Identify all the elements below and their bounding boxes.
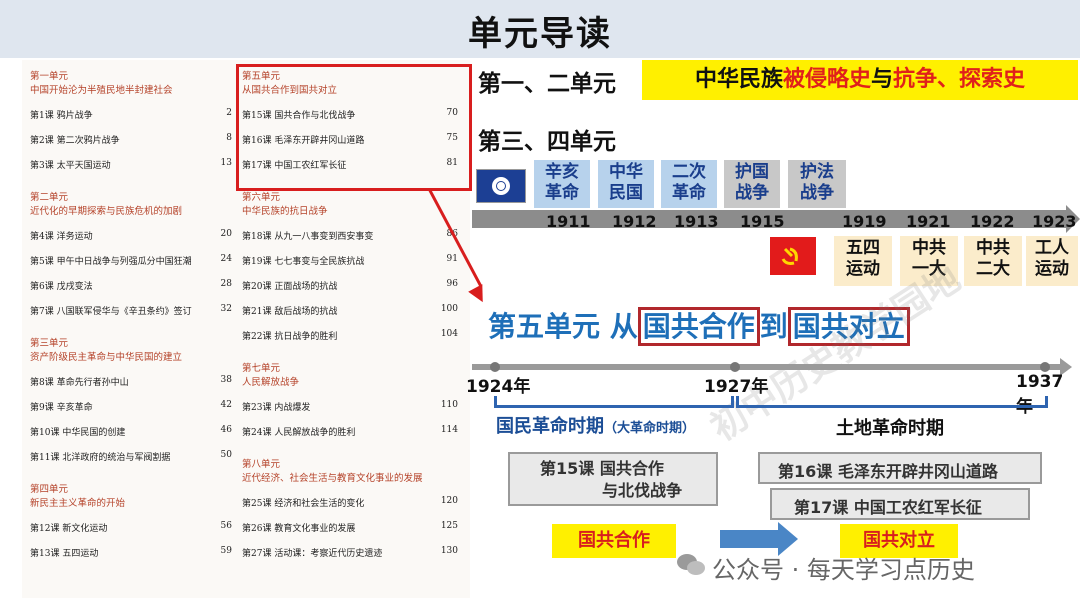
toc-lesson-item: 第22课 抗日战争的胜利 104: [242, 329, 458, 342]
toc-lesson-item: 第7课 八国联军侵华与《辛丑条约》签订 32: [30, 304, 232, 317]
toc-lesson-item: 第3课 太平天国运动 13: [30, 158, 232, 171]
lesson16-box: 第16课 毛泽东开辟井冈山道路: [758, 452, 1042, 484]
toc-lesson-item: 第11课 北洋政府的统治与军阀割据 50: [30, 450, 232, 463]
toc-unit-heading: 第三单元 资产阶级民主革命与中华民国的建立: [30, 338, 183, 363]
event-workers-movement: 工人 运动: [1026, 236, 1078, 286]
year-1927: 1927年: [704, 377, 769, 397]
timeline2-dot-1924: [490, 362, 500, 372]
ccp-flag-icon: [770, 237, 816, 275]
row2-label: 第三、四单元: [478, 129, 616, 155]
event-national-protection-war: 护国 战争: [724, 160, 780, 208]
toc-unit-heading: 第七单元 人民解放战争: [242, 363, 300, 388]
toc-lesson-item: 第26课 教育文化事业的发展 125: [242, 521, 458, 534]
toc-lesson-item: 第24课 人民解放战争的胜利 114: [242, 425, 458, 438]
toc-unit-heading: 第一单元 中国开始沦为半殖民地半封建社会: [30, 71, 173, 96]
lesson15-box: 第15课 国共合作 与北伐战争: [508, 452, 718, 506]
banner-part-c: 与: [871, 67, 894, 92]
timeline2-bar: [472, 364, 1062, 370]
banner-part-a: 中华民族: [694, 67, 783, 92]
toc-lesson-item: 第27课 活动课：考察近代历史遗迹 130: [242, 546, 458, 559]
toc-lesson-item: 第10课 中华民国的创建 46: [30, 425, 232, 438]
toc-unit-heading: 第六单元 中华民族的抗日战争: [242, 192, 328, 217]
row1-label: 第一、二单元: [478, 71, 616, 97]
period1-bracket: [494, 396, 734, 408]
toc-lesson-item: 第1课 鸦片战争 2: [30, 108, 232, 121]
toc-lesson-item: 第6课 戊戌变法 28: [30, 279, 232, 292]
year-1924: 1924年: [466, 377, 531, 397]
toc-unit-heading: 第四单元 新民主主义革命的开始: [30, 484, 126, 509]
footer-account: 公众号 · 每天学习点历史: [712, 556, 975, 584]
event-may-fourth: 五四 运动: [834, 236, 892, 286]
toc-unit-heading: 第八单元 近代经济、社会生活与教育文化事业的发展: [242, 459, 423, 484]
roc-flag-icon: [476, 169, 526, 203]
toc-lesson-item: 第12课 新文化运动 56: [30, 521, 232, 534]
lesson17-box: 第17课 中国工农红军长征: [770, 488, 1030, 520]
year-1921: 1921: [906, 212, 951, 231]
period2-bracket: [736, 396, 1048, 408]
period2-label: 土地革命时期: [836, 418, 944, 439]
year-1911: 1911: [546, 212, 591, 231]
toc-lesson-item: 第5课 甲午中日战争与列强瓜分中国狂潮 24: [30, 254, 232, 267]
timeline2-dot-1937: [1040, 362, 1050, 372]
transition-arrow-body: [720, 530, 780, 548]
toc-lesson-item: 第25课 经济和社会生活的变化 120: [242, 496, 458, 509]
timeline2-dot-1927: [730, 362, 740, 372]
year-1912: 1912: [612, 212, 657, 231]
row1-banner: 中华民族被侵略史与抗争、探索史: [642, 60, 1078, 100]
year-1915: 1915: [740, 212, 785, 231]
event-second-revolution: 二次 革命: [661, 160, 717, 208]
year-1923: 1923: [1032, 212, 1077, 231]
unit5-term-a: 国共合作: [637, 307, 760, 346]
event-roc-founding: 中华 民国: [598, 160, 654, 208]
pointer-arrow-head: [468, 284, 490, 306]
toc-unit-heading: 第二单元 近代化的早期探索与民族危机的加剧: [30, 192, 183, 217]
toc-lesson-item: 第19课 七七事变与全民族抗战 91: [242, 254, 458, 267]
highlight-box-unit5: [236, 64, 472, 191]
summary-cooperation: 国共合作: [552, 524, 676, 558]
toc-lesson-item: 第8课 革命先行者孙中山 38: [30, 375, 232, 388]
page-title: 单元导读: [468, 14, 612, 54]
toc-lesson-item: 第2课 第二次鸦片战争 8: [30, 133, 232, 146]
toc-lesson-item: 第20课 正面战场的抗战 96: [242, 279, 458, 292]
year-1922: 1922: [970, 212, 1015, 231]
toc-lesson-item: 第21课 敌后战场的抗战 100: [242, 304, 458, 317]
toc-lesson-item: 第18课 从九一八事变到西安事变86: [242, 229, 458, 242]
banner-part-b: 被侵略史: [782, 67, 871, 92]
toc-page-left: 第一单元 中国开始沦为半殖民地半封建社会第1课 鸦片战争 2 第2课 第二次鸦片战争 8…: [22, 60, 244, 598]
toc-lesson-item: 第13课 五四运动 59: [30, 546, 232, 559]
toc-lesson-item: 第23课 内战爆发 110: [242, 400, 458, 413]
year-1919: 1919: [842, 212, 887, 231]
year-1937: 1937年: [1016, 372, 1064, 417]
banner-part-d: 抗争、探索史: [893, 67, 1026, 92]
event-ccp-second-congress: 中共 二大: [964, 236, 1022, 286]
header-bar: 单元导读: [0, 0, 1080, 58]
event-constitution-protection-war: 护法 战争: [788, 160, 846, 208]
toc-lesson-item: 第4课 洋务运动 20: [30, 229, 232, 242]
event-xinhai-revolution: 辛亥 革命: [534, 160, 590, 208]
wechat-icon: [676, 552, 706, 578]
toc-lesson-item: 第9课 辛亥革命 42: [30, 400, 232, 413]
year-1913: 1913: [674, 212, 719, 231]
period1-label: 国民革命时期（大革命时期）: [496, 416, 696, 437]
